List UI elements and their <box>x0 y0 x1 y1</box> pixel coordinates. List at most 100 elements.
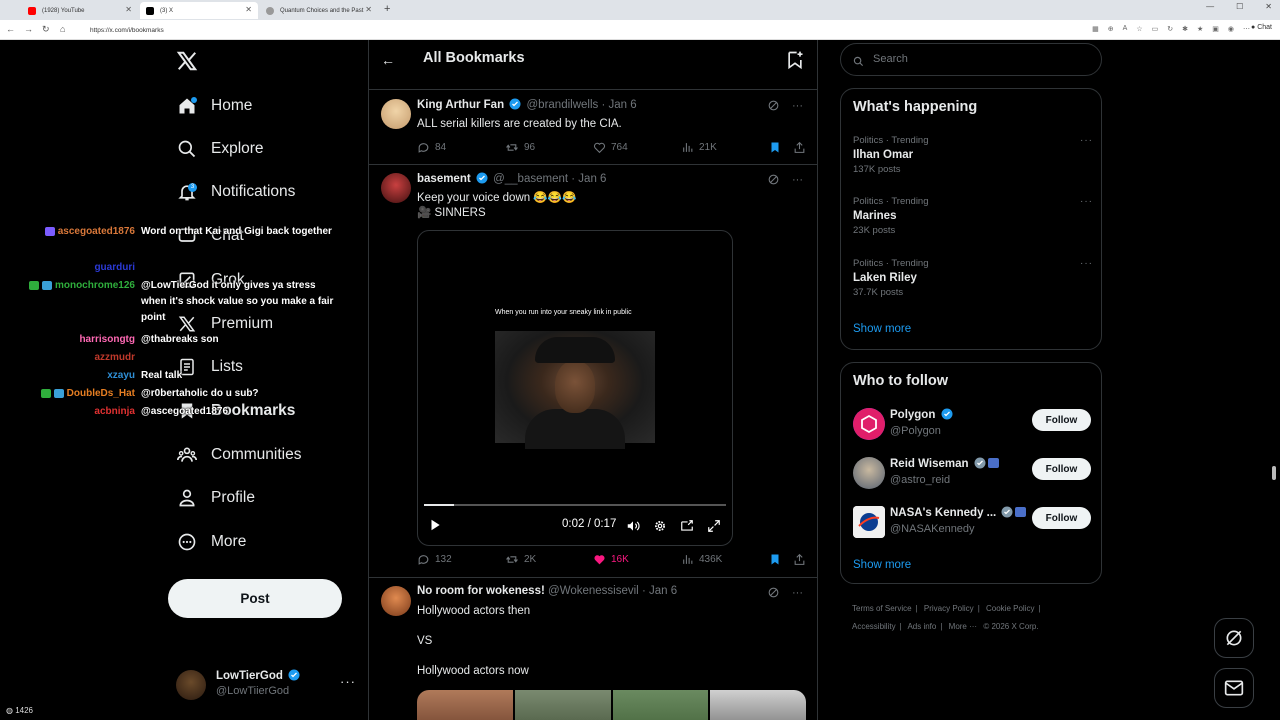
post-button[interactable]: Post <box>168 579 342 618</box>
grok-float-button[interactable] <box>1214 618 1254 658</box>
follow-suggestion[interactable]: Reid Wiseman @astro_reid Follow <box>853 457 1093 491</box>
new-tab-button[interactable]: + <box>384 3 390 15</box>
address-bar[interactable]: https://x.com/i/bookmarks <box>84 23 1084 37</box>
tweet-media-grid[interactable] <box>417 690 806 720</box>
close-icon[interactable]: ✕ <box>245 5 252 14</box>
browser-tab-quantum[interactable]: Quantum Choices and the Past ✕ <box>260 2 378 19</box>
grok-icon[interactable] <box>767 586 780 599</box>
more-icon[interactable]: ··· <box>792 174 803 186</box>
reload-icon[interactable]: ↻ <box>42 24 50 35</box>
reader-icon[interactable]: A <box>1123 25 1128 33</box>
copilot-chat-button[interactable]: ● Chat <box>1251 24 1272 31</box>
close-icon[interactable]: ✕ <box>365 5 372 14</box>
bookmark-button[interactable] <box>769 141 786 154</box>
author-handle[interactable]: @Wokenessisevil <box>548 585 639 597</box>
bookmark-button[interactable] <box>769 553 786 566</box>
settings-gear-icon[interactable] <box>653 519 667 538</box>
back-arrow-icon[interactable]: ← <box>381 52 395 68</box>
tweet-date[interactable]: · Jan 6 <box>642 585 677 597</box>
nav-more[interactable]: More <box>176 527 246 557</box>
tweet-image[interactable] <box>612 690 709 720</box>
refresh-icon[interactable]: ↻ <box>1167 25 1173 33</box>
show-more-link[interactable]: Show more <box>853 323 911 335</box>
share-button[interactable] <box>793 141 811 154</box>
new-bookmark-folder-icon[interactable] <box>785 50 805 70</box>
browser-tab-youtube[interactable]: (1928) YouTube ✕ <box>22 2 138 19</box>
tweet-image[interactable] <box>710 690 806 720</box>
grok-icon[interactable] <box>767 173 780 186</box>
like-button[interactable]: 16K <box>593 553 629 566</box>
author-handle[interactable]: @brandilwells <box>527 99 599 111</box>
tweet-date[interactable]: · Jan 6 <box>571 173 606 185</box>
trend-item[interactable]: Politics · Trending Marines 23K posts ··… <box>853 196 1093 244</box>
nav-explore[interactable]: Explore <box>176 134 264 164</box>
more-icon[interactable]: ··· <box>792 100 803 112</box>
forward-icon[interactable]: → <box>24 24 33 34</box>
avatar[interactable] <box>381 99 411 129</box>
follow-button[interactable]: Follow <box>1032 409 1091 431</box>
like-button[interactable]: 764 <box>593 141 628 154</box>
x-logo-icon[interactable] <box>176 50 198 72</box>
trend-item[interactable]: Politics · Trending Laken Riley 37.7K po… <box>853 258 1093 306</box>
volume-icon[interactable] <box>626 519 640 538</box>
author-name[interactable]: No room for wokeness! <box>417 585 545 597</box>
zoom-icon[interactable]: ⊕ <box>1108 25 1114 33</box>
repost-button[interactable]: 2K <box>505 553 536 566</box>
trend-item[interactable]: Politics · Trending Ilhan Omar 137K post… <box>853 135 1093 183</box>
extension-icon[interactable]: ▦ <box>1092 25 1099 33</box>
tweet-image[interactable] <box>514 690 611 720</box>
video-player[interactable]: When you run into your sneaky link in pu… <box>417 230 733 546</box>
nav-profile[interactable]: Profile <box>176 483 255 513</box>
window-close-icon[interactable]: ✕ <box>1265 2 1272 11</box>
more-icon[interactable]: ··· <box>1080 258 1093 269</box>
footer-link[interactable]: Ads info <box>907 622 936 631</box>
views-button[interactable]: 21K <box>681 141 717 154</box>
collections-icon[interactable]: ▣ <box>1212 25 1219 33</box>
reply-button[interactable]: 84 <box>417 141 446 154</box>
back-icon[interactable]: ← <box>6 24 15 34</box>
close-icon[interactable]: ✕ <box>125 5 132 14</box>
minimize-icon[interactable]: — <box>1206 2 1214 11</box>
footer-more-link[interactable]: More ··· <box>949 622 977 631</box>
author-name[interactable]: basement <box>417 173 471 185</box>
tweet[interactable]: basement @__basement · Jan 6 ··· Keep yo… <box>369 165 817 578</box>
author-handle[interactable]: @__basement <box>493 173 568 185</box>
page-scrollbar[interactable] <box>1272 466 1276 480</box>
more-icon[interactable]: ⋯ <box>1243 25 1250 33</box>
account-switcher[interactable]: LowTierGod @LowTiierGod ··· <box>176 668 356 702</box>
repost-button[interactable]: 96 <box>505 141 535 154</box>
follow-suggestion[interactable]: NASA's Kennedy ... @NASAKennedy Follow <box>853 506 1093 540</box>
tweet-date[interactable]: · Jan 6 <box>601 99 636 111</box>
browser-tab-x[interactable]: (3) X ✕ <box>140 2 258 19</box>
follow-button[interactable]: Follow <box>1032 507 1091 529</box>
more-icon[interactable]: ··· <box>792 587 803 599</box>
nav-communities[interactable]: Communities <box>176 440 301 470</box>
favorite-icon[interactable]: ☆ <box>1136 25 1142 33</box>
grok-icon[interactable] <box>767 99 780 112</box>
avatar[interactable] <box>381 173 411 203</box>
follow-suggestion[interactable]: Polygon @Polygon Follow <box>853 408 1093 442</box>
nav-notifications[interactable]: 3 Notifications <box>176 177 295 207</box>
more-icon[interactable]: ··· <box>1080 135 1093 146</box>
author-name[interactable]: King Arthur Fan <box>417 99 504 111</box>
favorites-bar-icon[interactable]: ★ <box>1197 25 1203 33</box>
footer-link[interactable]: Accessibility <box>852 622 896 631</box>
tweet[interactable]: No room for wokeness! @Wokenessisevil · … <box>369 578 817 720</box>
nav-home[interactable]: Home <box>176 91 252 121</box>
extension-icon[interactable]: ✱ <box>1182 25 1188 33</box>
more-icon[interactable]: ··· <box>340 674 356 689</box>
footer-link[interactable]: Privacy Policy <box>924 604 974 613</box>
footer-link[interactable]: Cookie Policy <box>986 604 1034 613</box>
pip-icon[interactable] <box>680 519 694 538</box>
messages-float-button[interactable] <box>1214 668 1254 708</box>
video-progress-bar[interactable] <box>424 504 726 506</box>
tweet-image[interactable] <box>417 690 513 720</box>
more-icon[interactable]: ··· <box>1080 196 1093 207</box>
footer-link[interactable]: Terms of Service <box>852 604 912 613</box>
split-icon[interactable]: ▭ <box>1152 25 1159 33</box>
fullscreen-icon[interactable] <box>707 519 721 538</box>
reply-button[interactable]: 132 <box>417 553 452 566</box>
maximize-icon[interactable]: ☐ <box>1236 2 1243 11</box>
follow-button[interactable]: Follow <box>1032 458 1091 480</box>
show-more-link[interactable]: Show more <box>853 559 911 571</box>
